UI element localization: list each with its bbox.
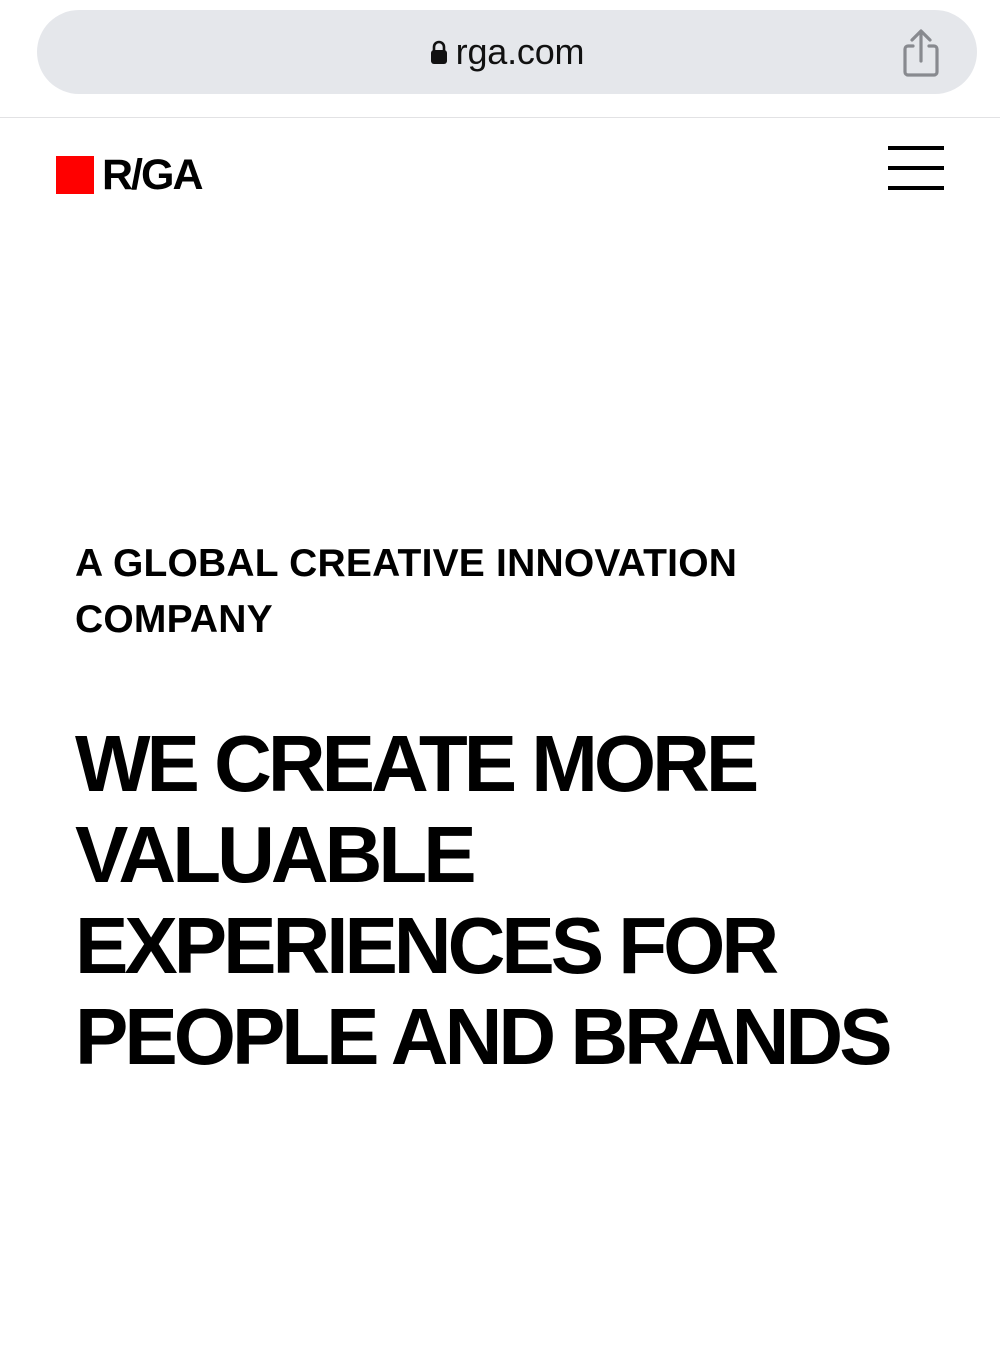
hero-tagline: A GLOBAL CREATIVE INNOVATION COMPANY bbox=[75, 542, 738, 641]
address-bar[interactable]: rga.com bbox=[37, 10, 977, 94]
page: rga.com R/GA A GLOBAL CREATIVE INNOVATIO… bbox=[0, 0, 1000, 1358]
share-icon[interactable] bbox=[899, 28, 943, 78]
hamburger-menu-icon[interactable] bbox=[886, 144, 946, 192]
lock-icon bbox=[430, 40, 448, 66]
hero-headline: WE CREATE MORE VALUABLE EXPERIENCES FOR … bbox=[75, 719, 893, 1081]
menu-line bbox=[888, 166, 944, 170]
browser-chrome: rga.com bbox=[0, 0, 1000, 118]
rga-logo[interactable]: R/GA bbox=[56, 151, 203, 199]
logo-text: R/GA bbox=[102, 151, 203, 199]
menu-line bbox=[888, 146, 944, 150]
menu-line bbox=[888, 186, 944, 190]
logo-red-square bbox=[56, 156, 94, 194]
site-header: R/GA bbox=[0, 118, 1000, 228]
url-text[interactable]: rga.com bbox=[456, 31, 585, 73]
url-display[interactable]: rga.com bbox=[37, 10, 977, 94]
